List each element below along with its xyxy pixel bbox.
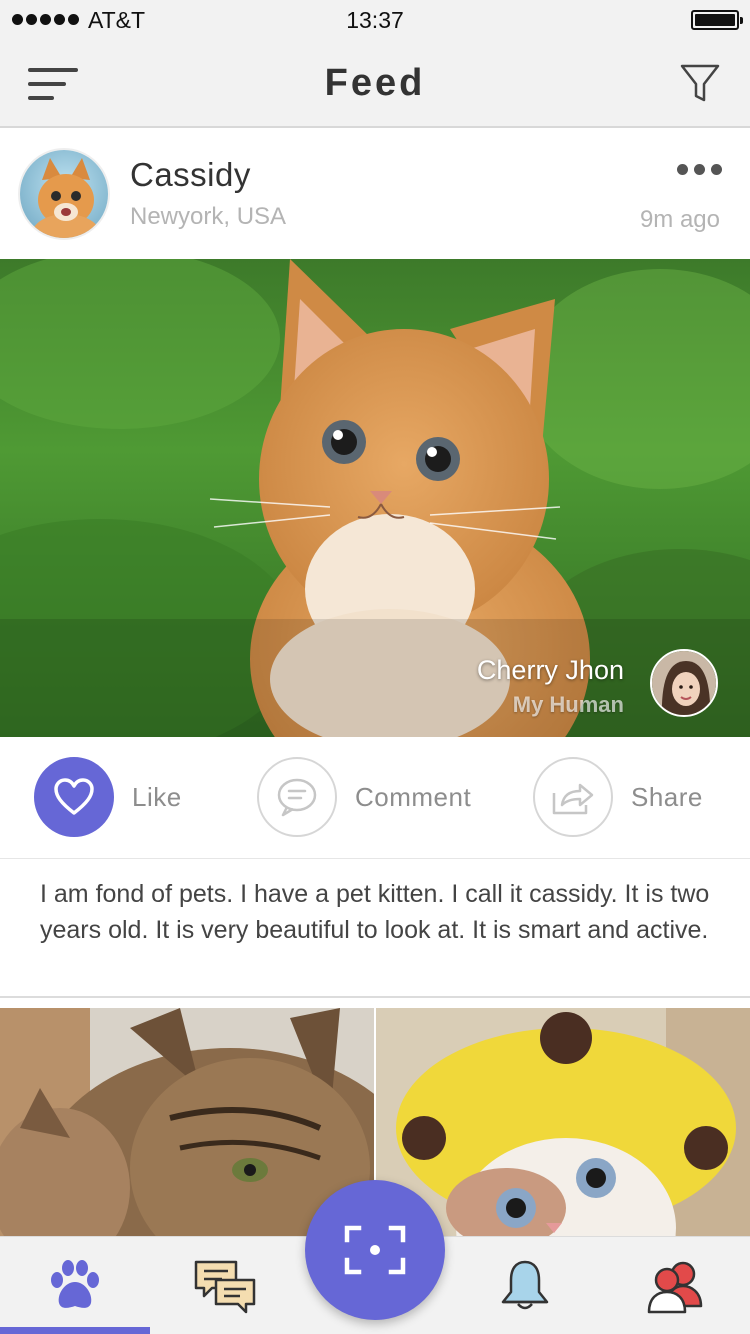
human-name[interactable]: Cherry Jhon [477, 655, 624, 686]
paw-icon [51, 1260, 99, 1308]
tab-paw[interactable] [0, 1237, 150, 1334]
status-bar: AT&T 13:37 [0, 0, 750, 40]
post-actions: Like Comment Share [0, 737, 750, 859]
tab-messages[interactable] [150, 1237, 300, 1334]
ellipsis-icon [677, 164, 688, 175]
page-title: Feed [324, 62, 426, 104]
post-location: Newyork, USA [130, 203, 287, 230]
status-time: 13:37 [346, 7, 404, 33]
human-avatar[interactable] [650, 649, 718, 717]
divider [0, 996, 750, 998]
filter-icon [680, 64, 720, 102]
scan-icon [344, 1225, 406, 1275]
share-label: Share [631, 781, 703, 812]
post-timestamp: 9m ago [639, 206, 720, 233]
share-arrow-icon [552, 783, 594, 815]
users-icon [647, 1261, 703, 1314]
human-role: My Human [512, 692, 624, 717]
post-author-name[interactable]: Cassidy [130, 156, 251, 194]
like-button[interactable]: Like [34, 757, 182, 837]
filter-button[interactable] [678, 62, 722, 106]
battery-icon [691, 10, 743, 30]
chat-bubble-icon [277, 778, 317, 817]
comment-button[interactable]: Comment [257, 757, 471, 837]
post-caption: I am fond of pets. I have a pet kitten. … [40, 880, 710, 944]
chat-icon [194, 1260, 256, 1314]
more-options-button[interactable] [677, 164, 722, 175]
share-button[interactable]: Share [533, 757, 703, 837]
post-photo[interactable]: Cherry Jhon My Human [0, 259, 750, 737]
comment-label: Comment [355, 781, 472, 812]
nav-bar: Feed [0, 40, 750, 128]
pet-avatar[interactable] [18, 148, 110, 240]
scan-button[interactable] [305, 1180, 445, 1320]
tab-notifications[interactable] [450, 1237, 600, 1334]
post-header: Cassidy Newyork, USA 9m ago [0, 130, 750, 260]
bell-icon [501, 1260, 549, 1310]
tab-friends[interactable] [600, 1237, 750, 1334]
like-label: Like [132, 781, 182, 812]
tab-active-indicator [0, 1327, 150, 1334]
heart-icon [54, 778, 94, 815]
